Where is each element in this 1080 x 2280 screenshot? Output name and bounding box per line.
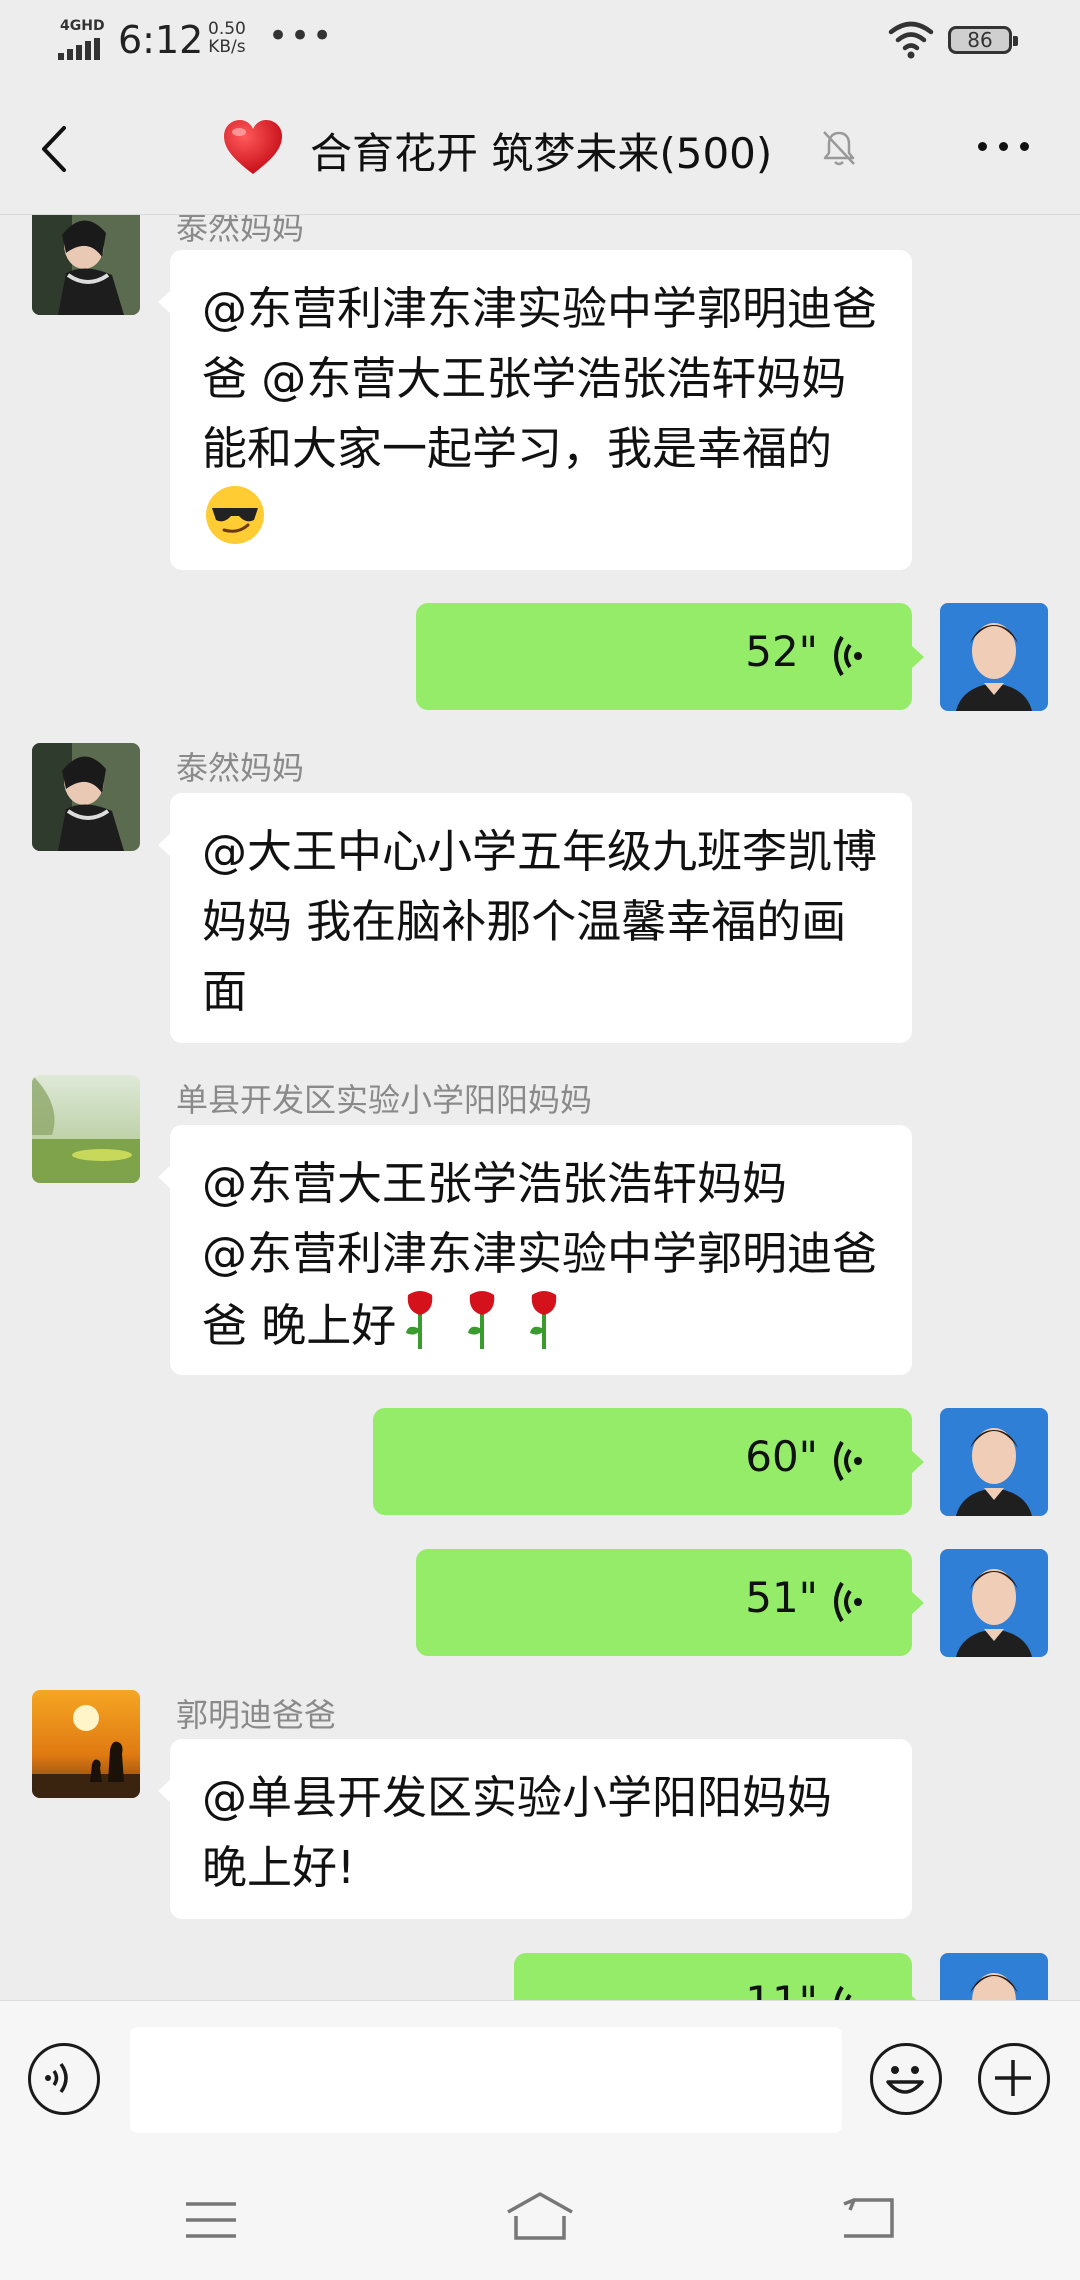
heart-icon [224,120,282,174]
sender-name: 单县开发区实验小学阳阳妈妈 [176,1081,593,1119]
message-text: @东营利津东津实验中学郭明迪爸爸 @东营大王张学浩张浩轩妈妈 能和大家一起学习，… [202,282,878,475]
signal-icon: 4GHD [58,18,105,60]
message-bubble[interactable]: @单县开发区实验小学阳阳妈妈 晚上好! [158,1739,912,1919]
voice-input-button[interactable] [28,2043,100,2115]
voice-wave-icon [834,1581,862,1623]
chat-title: 合育花开 筑梦未来(500) [310,129,773,178]
home-icon[interactable] [504,2190,576,2242]
my-avatar[interactable] [940,603,1048,711]
more-icon[interactable] [974,142,1034,156]
voice-input-icon [45,2062,68,2094]
voice-message[interactable]: 52" [416,603,924,710]
voice-message[interactable]: 51" [416,1549,924,1656]
voice-message[interactable]: 60" [373,1408,924,1515]
sender-name: 郭明迪爸爸 [176,1696,337,1734]
my-avatar[interactable] [940,1953,1048,2000]
voice-wave-icon [834,635,862,677]
my-avatar[interactable] [940,1408,1048,1516]
wifi-icon [888,21,934,59]
my-avatar[interactable] [940,1549,1048,1657]
plus-icon [995,2060,1031,2096]
voice-duration: 11" [745,1977,818,2000]
more-functions-button[interactable] [978,2043,1050,2115]
network-type: 4GHD [60,18,105,34]
message-bubble[interactable]: @东营利津东津实验中学郭明迪爸爸 @东营大王张学浩张浩轩妈妈 能和大家一起学习，… [158,250,912,570]
speed-unit: KB/s [208,37,246,57]
message-text: @单县开发区实验小学阳阳妈妈 晚上好! [202,1771,833,1894]
avatar[interactable] [32,215,140,315]
sunglasses-emoji [206,486,264,544]
voice-wave-icon [834,1985,852,2000]
voice-duration: 51" [745,1573,818,1622]
message-text: @大王中心小学五年级九班李凯博妈妈 我在脑补那个温馨幸福的画面 [202,825,878,1018]
avatar[interactable] [32,1690,140,1798]
clock: 6:12 [118,18,204,62]
speed-value: 0.50 [208,19,246,39]
message-input[interactable] [130,2027,842,2133]
rose-emoji [406,1291,557,1349]
chat-header: 合育花开 筑梦未来(500) [0,84,1080,215]
mute-icon [823,131,855,166]
message-list[interactable]: 泰然妈妈 @东营利津东津实验中学郭明迪爸爸 @东营大王张学浩张浩轩妈妈 能和大家… [0,215,1080,2000]
message-line: @东营大王张学浩张浩轩妈妈 [202,1157,788,1210]
menu-icon[interactable] [184,2198,238,2242]
back-icon[interactable] [36,122,76,176]
sender-name: 泰然妈妈 [176,749,305,787]
voice-message[interactable]: 11" [514,1953,924,2000]
message-bubble[interactable]: @东营大王张学浩张浩轩妈妈 @东营利津东津实验中学郭明迪爸爸 晚上好 [158,1125,912,1375]
back-nav-icon[interactable] [840,2194,896,2242]
system-nav-bar [0,2160,1080,2280]
emoji-icon [886,2066,924,2094]
message-line: @东营利津东津实验中学郭明迪爸爸 晚上好 [202,1219,882,1361]
voice-wave-icon [834,1440,862,1482]
voice-duration: 52" [745,627,818,676]
network-speed: 0.50 KB/s [208,20,246,56]
battery-indicator: 86 [948,26,1018,54]
status-more-icon: ••• [268,16,335,56]
avatar[interactable] [32,1075,140,1183]
emoji-button[interactable] [870,2043,942,2115]
message-bubble[interactable]: @大王中心小学五年级九班李凯博妈妈 我在脑补那个温馨幸福的画面 [158,793,912,1043]
sender-name: 泰然妈妈 [176,215,305,247]
voice-duration: 60" [745,1432,818,1481]
input-bar [0,2000,1080,2161]
status-bar: 4GHD 6:12 0.50 KB/s ••• 86 [0,0,1080,84]
avatar[interactable] [32,743,140,851]
